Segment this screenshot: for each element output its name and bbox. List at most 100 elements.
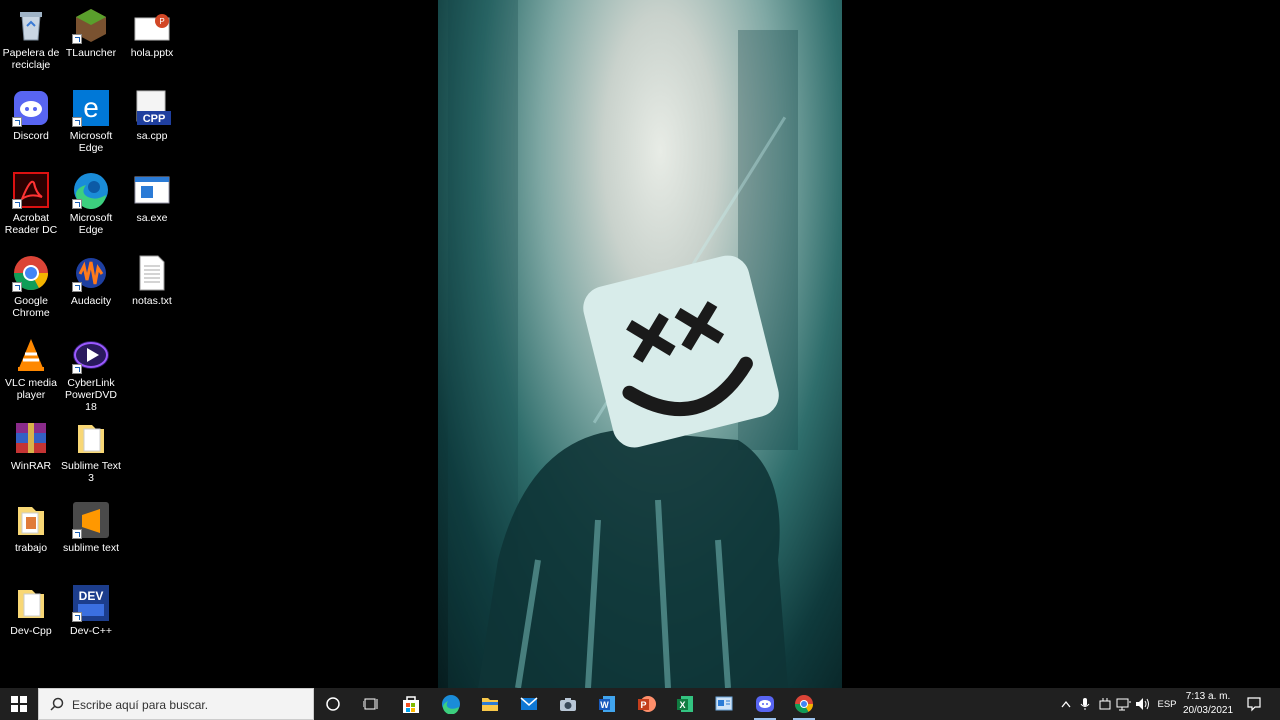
- desktop-icon-devcpp[interactable]: DEV Dev-C++: [60, 584, 122, 637]
- svg-text:X: X: [679, 700, 685, 710]
- folder-icon: [12, 501, 50, 539]
- desktop-icon-audacity[interactable]: Audacity: [60, 254, 122, 307]
- notifications-button[interactable]: [1242, 688, 1266, 720]
- chrome-icon: [12, 254, 50, 292]
- shortcut-arrow-icon: [72, 117, 82, 127]
- desktop-icon-edge-legacy[interactable]: e Microsoft Edge: [60, 89, 122, 154]
- desktop-icon-label: hola.pptx: [130, 47, 174, 59]
- desktop-icon-sa-cpp[interactable]: CPP sa.cpp: [121, 89, 183, 142]
- desktop-icon-label: Microsoft Edge: [69, 212, 113, 236]
- task-view-icon: [363, 698, 378, 710]
- svg-text:W: W: [600, 700, 609, 710]
- taskbar-powerpoint[interactable]: P: [627, 688, 665, 720]
- acrobat-icon: [12, 171, 50, 209]
- shortcut-arrow-icon: [12, 117, 22, 127]
- windows-logo-icon: [11, 696, 27, 712]
- desktop-icon-label: TLauncher: [65, 47, 117, 59]
- desktop-icon-sa-exe[interactable]: sa.exe: [121, 171, 183, 224]
- desktop-icon-label: Dev-C++: [69, 625, 112, 637]
- marshmello-figure: [478, 255, 788, 688]
- desktop-icon-edge[interactable]: Microsoft Edge: [60, 171, 122, 236]
- desktop-icon-chrome[interactable]: Google Chrome: [0, 254, 62, 319]
- shortcut-arrow-icon: [12, 199, 22, 209]
- exe-file-icon: [133, 171, 171, 209]
- desktop-icon-label: WinRAR: [10, 460, 52, 472]
- desktop: Papelera de reciclaje Discord Acrobat Re…: [0, 0, 1280, 688]
- desktop-icon-label: CyberLink PowerDVD 18: [65, 377, 117, 413]
- text-file-icon: [133, 254, 171, 292]
- folder-icon: [72, 419, 110, 457]
- taskbar-excel[interactable]: X: [666, 688, 704, 720]
- search-box[interactable]: Escribe aquí para buscar.: [38, 688, 314, 720]
- taskbar-store[interactable]: [392, 688, 430, 720]
- desktop-icon-powerdvd[interactable]: CyberLink PowerDVD 18: [60, 336, 122, 413]
- recycle-bin-icon: [12, 6, 50, 44]
- desktop-icon-dev-cpp-folder[interactable]: Dev-Cpp: [0, 584, 62, 637]
- discord-icon: [12, 89, 50, 127]
- cortana-icon: [326, 697, 340, 711]
- desktop-icon-label: Audacity: [70, 295, 112, 307]
- volume-tray[interactable]: [1134, 688, 1152, 720]
- store-icon: [403, 696, 419, 713]
- taskbar-camera[interactable]: [549, 688, 587, 720]
- svg-text:CPP: CPP: [143, 113, 166, 125]
- search-placeholder: Escribe aquí para buscar.: [72, 698, 209, 712]
- clock[interactable]: 7:13 a. m. 20/03/2021: [1180, 690, 1236, 718]
- language-indicator[interactable]: ESP: [1155, 688, 1179, 720]
- edge-icon: [72, 171, 110, 210]
- desktop-icon-winrar[interactable]: WinRAR: [0, 419, 62, 472]
- svg-text:P: P: [159, 17, 164, 26]
- desktop-icon-sublime-text-3-folder[interactable]: Sublime Text 3: [60, 419, 122, 484]
- desktop-icon-label: Sublime Text 3: [61, 460, 121, 484]
- powerpoint-icon: P: [638, 696, 656, 712]
- taskbar-edge[interactable]: [432, 688, 470, 720]
- taskbar-chrome[interactable]: [785, 688, 823, 720]
- vlc-icon: [12, 336, 50, 374]
- desktop-icon-label: Dev-Cpp: [10, 625, 52, 637]
- desktop-icon-recycle-bin[interactable]: Papelera de reciclaje: [0, 6, 62, 71]
- desktop-icon-label: sublime text: [62, 542, 120, 554]
- control-panel-icon: [715, 696, 733, 711]
- desktop-icon-trabajo[interactable]: trabajo: [0, 501, 62, 554]
- desktop-icon-hola-pptx[interactable]: P hola.pptx: [121, 6, 183, 59]
- desktop-icon-sublime[interactable]: sublime text: [60, 501, 122, 554]
- excel-icon: X: [677, 696, 693, 712]
- cortana-button[interactable]: [314, 688, 352, 720]
- speaker-icon: [1136, 698, 1149, 710]
- svg-text:P: P: [640, 700, 646, 710]
- desktop-icon-label: Google Chrome: [12, 295, 50, 319]
- shortcut-arrow-icon: [72, 612, 82, 622]
- powerdvd-icon: [72, 336, 110, 374]
- microphone-tray[interactable]: [1077, 688, 1093, 720]
- battery-tray[interactable]: [1096, 688, 1114, 720]
- file-explorer-icon: [482, 698, 498, 711]
- desktop-icon-notas-txt[interactable]: notas.txt: [121, 254, 183, 307]
- shortcut-arrow-icon: [72, 364, 82, 374]
- desktop-icon-label: VLC media player: [5, 377, 57, 401]
- shortcut-arrow-icon: [72, 199, 82, 209]
- shortcut-arrow-icon: [12, 282, 22, 292]
- desktop-icon-acrobat[interactable]: Acrobat Reader DC: [0, 171, 62, 236]
- shortcut-arrow-icon: [72, 529, 82, 539]
- clock-date: 20/03/2021: [1182, 705, 1234, 716]
- desktop-icon-vlc[interactable]: VLC media player: [0, 336, 62, 401]
- battery-plug-icon: [1099, 698, 1111, 710]
- shortcut-arrow-icon: [72, 282, 82, 292]
- start-button[interactable]: [0, 688, 38, 720]
- desktop-icon-tlauncher[interactable]: TLauncher: [60, 6, 122, 59]
- taskbar-file-explorer[interactable]: [471, 688, 509, 720]
- discord-icon: [756, 696, 774, 712]
- clock-time: 7:13 a. m.: [1185, 691, 1231, 702]
- taskbar-discord[interactable]: [746, 688, 784, 720]
- wallpaper-image: [438, 0, 842, 688]
- desktop-icon-label: sa.exe: [136, 212, 168, 224]
- taskbar-mail[interactable]: [510, 688, 548, 720]
- taskbar-word[interactable]: W: [588, 688, 626, 720]
- network-tray[interactable]: [1115, 688, 1133, 720]
- taskbar-control-panel[interactable]: [705, 688, 743, 720]
- svg-text:DEV: DEV: [79, 589, 104, 603]
- show-hidden-icons-button[interactable]: [1058, 688, 1074, 720]
- desktop-icon-discord[interactable]: Discord: [0, 89, 62, 142]
- desktop-icon-label: trabajo: [14, 542, 48, 554]
- task-view-button[interactable]: [352, 688, 390, 720]
